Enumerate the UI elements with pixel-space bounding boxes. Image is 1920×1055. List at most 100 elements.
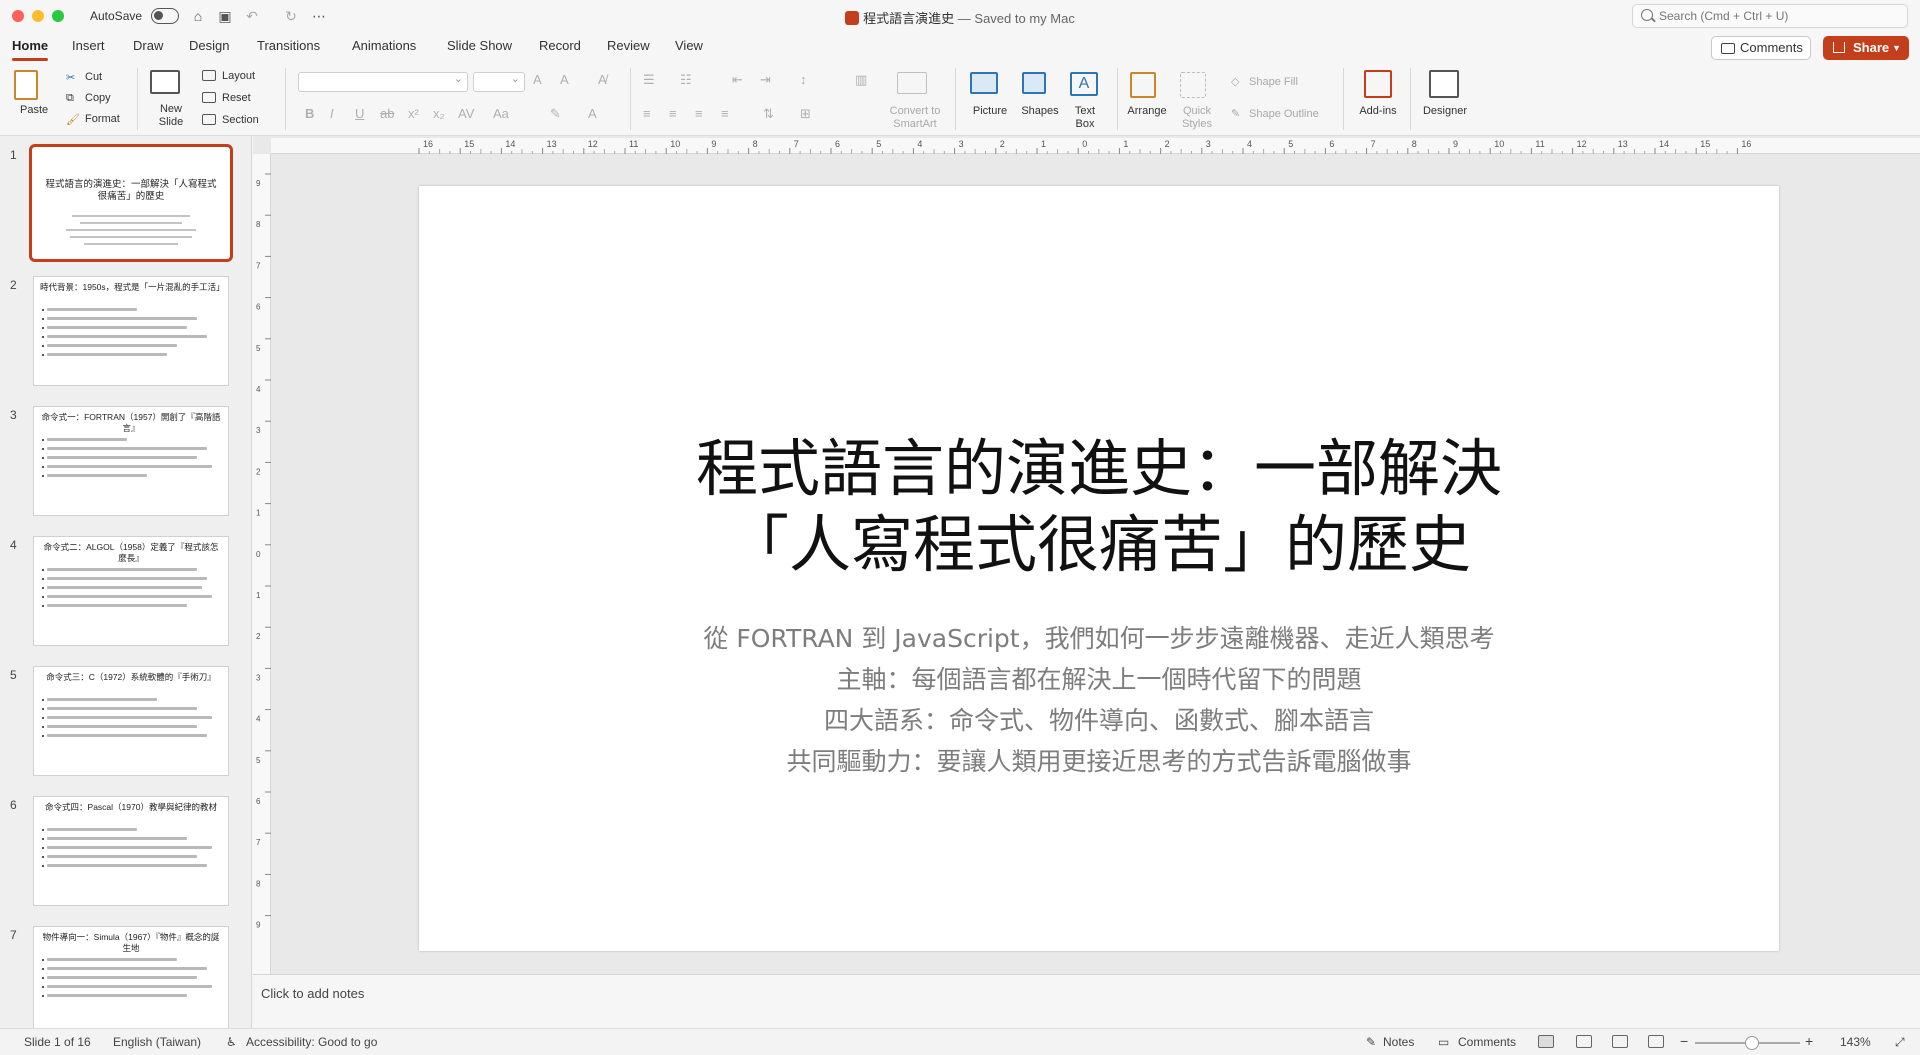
reading-view-icon[interactable] [1612, 1035, 1628, 1048]
thumbnail-slide-5[interactable]: 命令式三：C（1972）系統軟體的『手術刀』 [33, 666, 229, 776]
save-icon[interactable]: ▣ [216, 7, 234, 25]
arrange-button[interactable]: Arrange [1124, 105, 1170, 118]
text-box-button[interactable]: Text Box [1063, 105, 1107, 131]
char-spacing-icon[interactable]: AV [458, 106, 474, 121]
thumbnail-slide-2[interactable]: 時代背景：1950s，程式是「一片混亂的手工活」 [33, 276, 229, 386]
designer-button[interactable]: Designer [1420, 105, 1470, 118]
tab-draw[interactable]: Draw [133, 38, 163, 53]
layout-button[interactable]: Layout [222, 70, 255, 82]
notes-placeholder[interactable]: Click to add notes [261, 986, 364, 1001]
decrease-font-icon[interactable]: A [560, 72, 569, 87]
format-painter-button[interactable]: Format [85, 113, 120, 125]
justify-icon[interactable]: ≡ [721, 106, 729, 121]
language-indicator[interactable]: English (Taiwan) [113, 1035, 201, 1049]
notes-toggle-button[interactable]: Notes [1383, 1035, 1414, 1049]
slide-title[interactable]: 程式語言的演進史：一部解決 「人寫程式很痛苦」的歷史 [479, 431, 1719, 583]
increase-font-icon[interactable]: A [533, 72, 542, 87]
zoom-slider-thumb[interactable] [1745, 1036, 1759, 1050]
tab-slide-show[interactable]: Slide Show [447, 38, 512, 53]
tab-view[interactable]: View [675, 38, 703, 53]
thumbnail-slide-1[interactable]: 程式語言的演進史：一部解決「人寫程式很痛苦」的歷史 [29, 144, 233, 262]
decrease-indent-icon[interactable]: ⇤ [732, 72, 743, 88]
add-ins-button[interactable]: Add-ins [1354, 105, 1402, 118]
reset-button[interactable]: Reset [222, 92, 251, 104]
underline-icon[interactable]: U [355, 106, 364, 121]
tab-animations[interactable]: Animations [352, 38, 416, 53]
align-right-icon[interactable]: ≡ [695, 106, 703, 121]
autosave-toggle[interactable] [151, 8, 179, 24]
tab-record[interactable]: Record [539, 38, 581, 53]
normal-view-icon[interactable] [1538, 1035, 1554, 1048]
shapes-icon[interactable] [1022, 72, 1046, 94]
shape-fill-button[interactable]: Shape Fill [1249, 76, 1298, 88]
paste-button[interactable]: Paste [20, 104, 48, 116]
undo-icon[interactable]: ↶ [243, 7, 261, 25]
text-box-icon[interactable]: A [1070, 72, 1098, 96]
slide-subtitle[interactable]: 從 FORTRAN 到 JavaScript，我們如何一步步遠離機器、走近人類思… [579, 623, 1619, 787]
thumbnail-slide-6[interactable]: 命令式四：Pascal（1970）教學與紀律的教材 [33, 796, 229, 906]
redo-icon[interactable]: ↻ [282, 7, 300, 25]
current-slide[interactable]: 程式語言的演進史：一部解決 「人寫程式很痛苦」的歷史 從 FORTRAN 到 J… [419, 186, 1779, 951]
bold-icon[interactable]: B [305, 106, 314, 121]
horizontal-ruler[interactable]: 16 15 14 13 12 11 10 9 8 7 6 5 4 3 2 1 0 1 2 3 4 5 6 7 8 9 10 11 12 1… [271, 138, 1920, 154]
bullets-icon[interactable]: ☰ [643, 72, 655, 88]
quick-styles-button[interactable]: Quick Styles [1174, 105, 1220, 131]
tab-design[interactable]: Design [189, 38, 229, 53]
text-direction-icon[interactable]: ⇅ [763, 106, 774, 122]
new-slide-icon[interactable] [150, 70, 180, 94]
strikethrough-icon[interactable]: ab [380, 106, 394, 121]
arrange-icon[interactable] [1130, 72, 1156, 98]
shapes-button[interactable]: Shapes [1018, 105, 1062, 118]
quick-styles-icon[interactable] [1180, 72, 1206, 98]
comments-button[interactable]: Comments [1711, 36, 1811, 60]
font-name-combo[interactable] [298, 72, 468, 92]
font-size-combo[interactable] [473, 72, 525, 92]
thumbnail-slide-3[interactable]: 命令式一：FORTRAN（1957）開創了『高階語言』 [33, 406, 229, 516]
slide-show-icon[interactable] [1648, 1035, 1664, 1048]
accessibility-status[interactable]: Accessibility: Good to go [246, 1035, 377, 1049]
numbering-icon[interactable]: ☷ [680, 72, 692, 88]
highlight-icon[interactable]: ✎ [550, 106, 561, 122]
section-button[interactable]: Section [222, 114, 259, 126]
designer-icon[interactable] [1429, 70, 1459, 98]
superscript-icon[interactable]: x² [408, 106, 419, 121]
zoom-in-icon[interactable]: + [1805, 1033, 1813, 1049]
saved-status[interactable]: — Saved to my Mac [958, 11, 1075, 26]
search-input[interactable]: Search (Cmd + Ctrl + U) [1632, 4, 1908, 28]
align-left-icon[interactable]: ≡ [643, 106, 651, 121]
subscript-icon[interactable]: x₂ [433, 106, 445, 121]
zoom-out-icon[interactable]: − [1680, 1033, 1688, 1049]
align-center-icon[interactable]: ≡ [669, 106, 677, 121]
copy-button[interactable]: Copy [85, 92, 111, 104]
comments-toggle-button[interactable]: Comments [1458, 1035, 1516, 1049]
tab-home[interactable]: Home [12, 38, 49, 61]
paste-icon[interactable] [14, 70, 38, 100]
change-case-icon[interactable]: Aa [493, 106, 509, 121]
fit-slide-icon[interactable]: ⤢ [1895, 1035, 1905, 1050]
increase-indent-icon[interactable]: ⇥ [760, 72, 771, 88]
zoom-window-button[interactable] [52, 10, 64, 22]
notes-pane[interactable]: Click to add notes [253, 974, 1920, 1028]
new-slide-button[interactable]: New Slide [150, 103, 192, 129]
thumbnail-slide-4[interactable]: 命令式二：ALGOL（1958）定義了『程式該怎麼長』 [33, 536, 229, 646]
italic-icon[interactable]: I [330, 106, 334, 121]
cut-button[interactable]: Cut [85, 71, 102, 83]
line-spacing-icon[interactable]: ↕ [800, 72, 807, 87]
align-text-icon[interactable]: ⊞ [800, 106, 811, 122]
shape-outline-button[interactable]: Shape Outline [1249, 108, 1319, 120]
vertical-ruler[interactable]: 9 8 7 6 5 4 3 2 1 0 1 2 3 4 5 6 7 8 9 [253, 154, 271, 974]
thumbnail-slide-7[interactable]: 物件導向一：Simula（1967）『物件』概念的誕生地 [33, 926, 229, 1028]
tab-transitions[interactable]: Transitions [257, 38, 320, 53]
picture-icon[interactable] [970, 72, 998, 94]
slide-thumbnails-panel[interactable]: 1 程式語言的演進史：一部解決「人寫程式很痛苦」的歷史 2 時代背景：1950s… [0, 136, 252, 1028]
font-color-icon[interactable]: A [588, 106, 597, 121]
add-ins-icon[interactable] [1364, 70, 1392, 98]
clear-format-icon[interactable]: A̸ [598, 72, 607, 87]
more-options-icon[interactable]: ⋯ [310, 7, 328, 25]
zoom-level[interactable]: 143% [1840, 1035, 1871, 1049]
columns-icon[interactable]: ▥ [855, 72, 867, 88]
convert-smartart-button[interactable]: Convert to SmartArt [880, 105, 950, 131]
picture-button[interactable]: Picture [968, 105, 1012, 118]
tab-insert[interactable]: Insert [72, 38, 105, 53]
home-icon[interactable]: ⌂ [189, 7, 207, 25]
